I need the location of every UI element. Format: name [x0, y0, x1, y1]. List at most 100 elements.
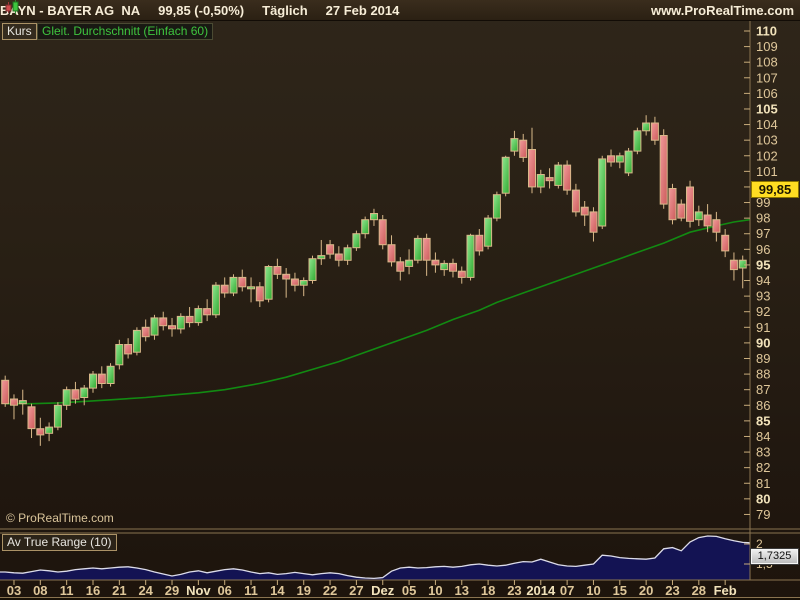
candle[interactable]	[220, 277, 229, 298]
candle[interactable]	[124, 338, 133, 359]
candle[interactable]	[45, 422, 54, 442]
candle[interactable]	[18, 389, 27, 415]
candle[interactable]	[387, 235, 396, 267]
candle[interactable]	[686, 180, 694, 228]
candle[interactable]	[457, 266, 466, 284]
candle[interactable]	[571, 183, 580, 217]
candle[interactable]	[361, 216, 370, 239]
candle[interactable]	[185, 307, 194, 328]
candle[interactable]	[255, 282, 264, 308]
candle[interactable]	[10, 394, 18, 420]
candle[interactable]	[633, 127, 642, 155]
candle[interactable]	[326, 239, 335, 259]
candle[interactable]	[431, 252, 440, 273]
candle[interactable]	[563, 160, 572, 195]
candle[interactable]	[141, 319, 150, 342]
atr-indicator-label[interactable]: Av True Range (10)	[2, 534, 117, 551]
svg-text:106: 106	[756, 86, 778, 101]
candle[interactable]	[176, 313, 185, 334]
candle[interactable]	[247, 277, 255, 303]
candle[interactable]	[378, 215, 387, 250]
candle[interactable]	[510, 130, 519, 156]
candle[interactable]	[694, 205, 703, 226]
candle[interactable]	[650, 116, 659, 145]
candle[interactable]	[62, 386, 71, 410]
candle[interactable]	[659, 129, 668, 209]
price-axis[interactable]: 7980818283848586878889909192939495969798…	[744, 24, 778, 522]
candle[interactable]	[677, 199, 686, 222]
candle[interactable]	[712, 211, 721, 242]
candle[interactable]	[36, 417, 45, 446]
candle[interactable]	[519, 133, 528, 162]
candle[interactable]	[396, 257, 405, 281]
svg-text:103: 103	[756, 133, 778, 148]
candle[interactable]	[132, 327, 141, 356]
ma-indicator-label[interactable]: Gleit. Durchschnitt (Einfach 60)	[37, 23, 214, 40]
candle[interactable]	[53, 402, 62, 431]
candle[interactable]	[71, 381, 80, 404]
candle[interactable]	[115, 339, 124, 370]
candle[interactable]	[598, 155, 607, 230]
svg-text:23: 23	[507, 583, 521, 598]
svg-text:08: 08	[33, 583, 47, 598]
candle[interactable]	[624, 147, 633, 177]
candle[interactable]	[475, 229, 484, 256]
candle[interactable]	[229, 274, 238, 297]
candle[interactable]	[308, 255, 317, 284]
candle[interactable]	[449, 258, 457, 278]
candle[interactable]	[317, 239, 326, 265]
candle[interactable]	[299, 277, 308, 297]
candle[interactable]	[352, 230, 361, 251]
candle[interactable]	[554, 161, 563, 189]
candle[interactable]	[536, 169, 545, 194]
candle[interactable]	[97, 366, 106, 389]
candle[interactable]	[484, 215, 493, 250]
svg-text:11: 11	[60, 583, 74, 598]
candle[interactable]	[1, 375, 10, 407]
candle[interactable]	[211, 282, 220, 318]
candle[interactable]	[264, 264, 273, 303]
candle[interactable]	[282, 268, 291, 298]
candle[interactable]	[203, 299, 212, 322]
candle[interactable]	[27, 403, 36, 439]
candle[interactable]	[150, 314, 159, 340]
svg-text:101: 101	[756, 164, 778, 179]
price-pane-tab[interactable]: Kurs	[2, 23, 37, 40]
candle[interactable]	[89, 370, 97, 393]
candle[interactable]	[545, 168, 554, 189]
candle[interactable]	[607, 149, 615, 167]
candle[interactable]	[422, 233, 431, 276]
candle[interactable]	[721, 229, 730, 258]
chart-canvas[interactable]: 7980818283848586878889909192939495969798…	[0, 0, 800, 600]
svg-text:05: 05	[402, 583, 416, 598]
candle[interactable]	[106, 363, 115, 387]
candle[interactable]	[466, 233, 475, 281]
candle[interactable]	[501, 155, 510, 197]
candle[interactable]	[729, 252, 738, 281]
candle[interactable]	[194, 305, 203, 326]
chart-frame-lines	[0, 21, 800, 600]
candles-layer[interactable]	[1, 115, 747, 446]
sma60-line[interactable]	[5, 218, 750, 405]
candle[interactable]	[580, 200, 589, 226]
candle[interactable]	[343, 244, 352, 265]
candle[interactable]	[413, 235, 422, 264]
candle[interactable]	[334, 246, 343, 267]
svg-text:90: 90	[756, 335, 770, 350]
candle[interactable]	[370, 208, 378, 226]
candle[interactable]	[238, 269, 247, 292]
candle[interactable]	[528, 127, 536, 194]
candle[interactable]	[642, 115, 651, 136]
candle[interactable]	[668, 183, 677, 225]
time-axis[interactable]: 03 08 11 16 21 24 29 Nov 06 11 14 19 22 27 Dez 05 10 13 18…	[7, 580, 737, 598]
candle[interactable]	[615, 152, 624, 169]
candle[interactable]	[159, 311, 168, 331]
candle[interactable]	[290, 272, 299, 292]
candle[interactable]	[738, 255, 747, 289]
candle[interactable]	[405, 249, 414, 275]
candle[interactable]	[492, 191, 501, 222]
candle[interactable]	[168, 317, 176, 337]
candle[interactable]	[273, 258, 282, 279]
candle[interactable]	[589, 207, 598, 242]
candle[interactable]	[440, 260, 449, 276]
